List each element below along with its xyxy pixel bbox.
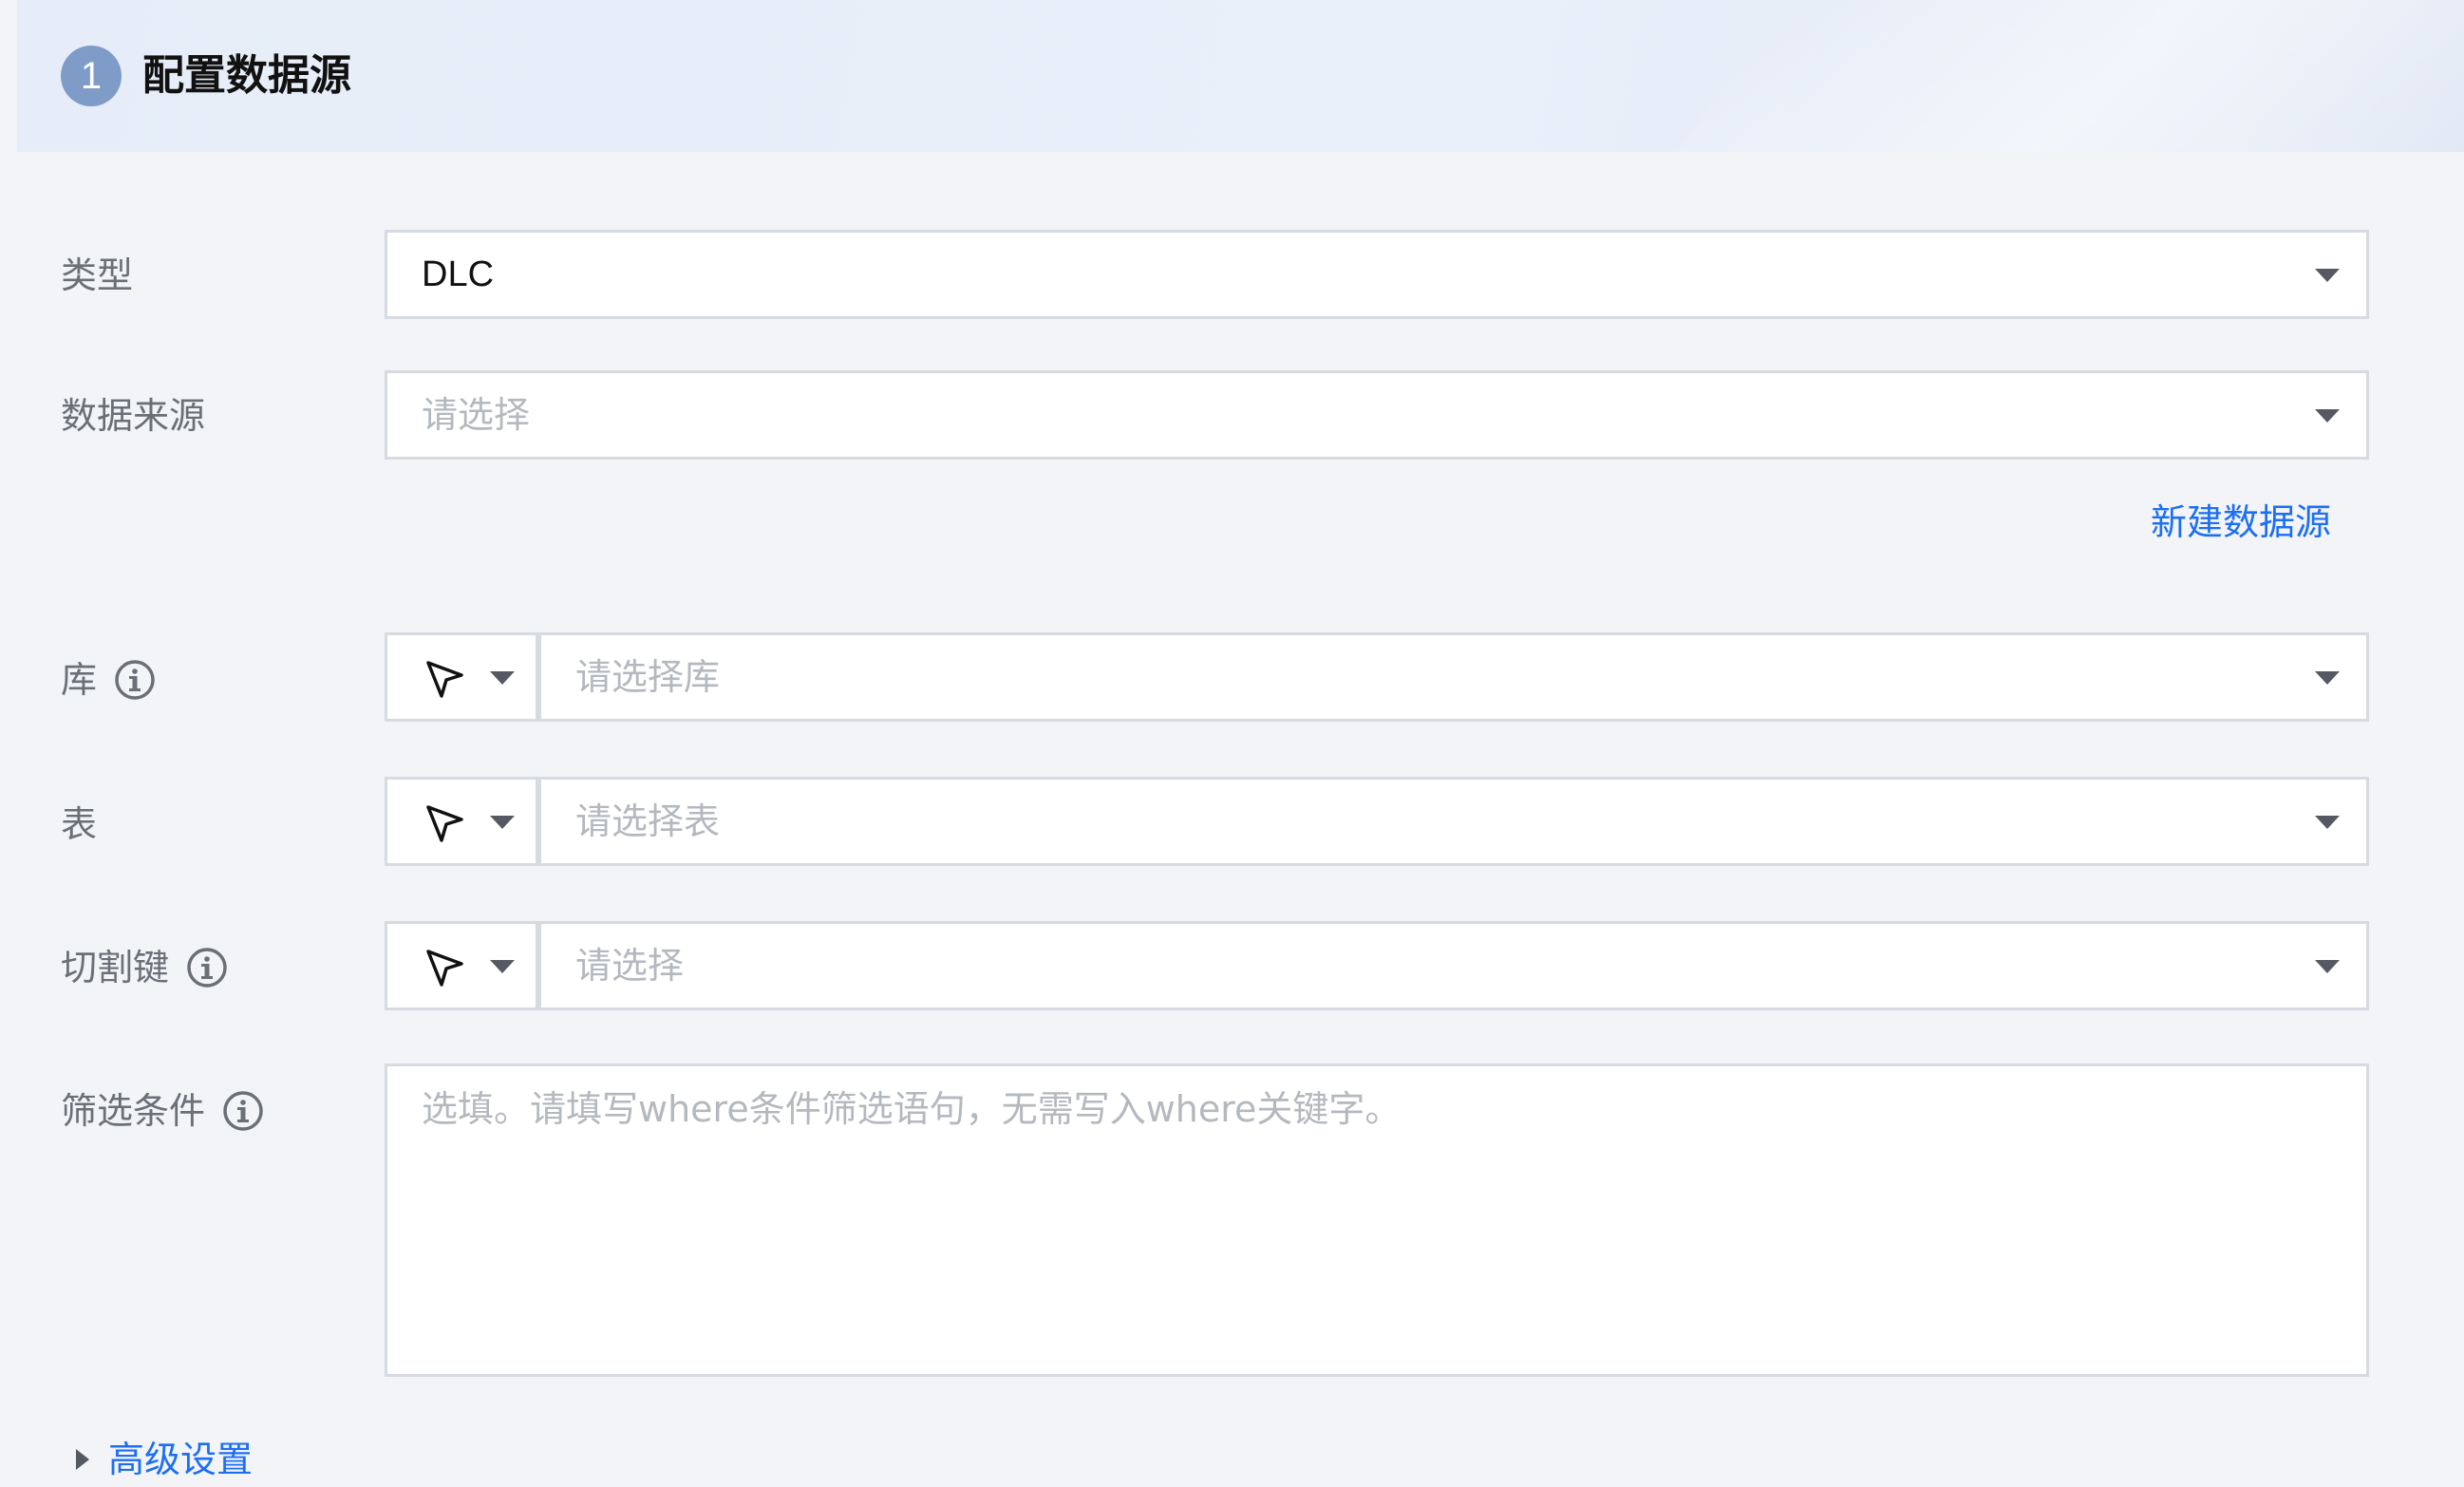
split-key-mode-select[interactable]: [385, 921, 538, 1010]
chevron-down-icon: [490, 671, 515, 685]
info-icon[interactable]: [186, 947, 228, 988]
chevron-down-icon: [2315, 269, 2340, 282]
chevron-down-icon: [490, 960, 515, 973]
header-decoration: [1636, 0, 2464, 152]
chevron-down-icon: [2315, 960, 2340, 973]
type-select[interactable]: DLC: [385, 230, 2369, 319]
table-label-text: 表: [61, 803, 98, 845]
database-label: 库: [61, 656, 156, 704]
cursor-pointer-icon: [426, 805, 463, 842]
database-select[interactable]: 请选择库: [538, 632, 2369, 722]
new-data-source-link[interactable]: 新建数据源: [2151, 499, 2331, 546]
caret-right-icon: [76, 1449, 89, 1470]
table-placeholder: 请选择表: [575, 800, 721, 842]
split-key-combo: 请选择: [385, 921, 2369, 1010]
section-title: 配置数据源: [142, 51, 351, 100]
step-number-badge: 1: [61, 46, 122, 106]
info-icon[interactable]: [114, 659, 156, 701]
database-placeholder: 请选择库: [575, 656, 721, 698]
cursor-pointer-icon: [426, 950, 463, 987]
chevron-down-icon: [2315, 816, 2340, 829]
table-label: 表: [61, 800, 97, 848]
filter-textarea[interactable]: 选填。请填写where条件筛选语句，无需写入where关键字。: [385, 1063, 2369, 1377]
type-label: 类型: [61, 252, 133, 299]
chevron-down-icon: [2315, 409, 2340, 423]
split-key-placeholder: 请选择: [575, 945, 685, 987]
table-select[interactable]: 请选择表: [538, 777, 2369, 866]
database-combo: 请选择库: [385, 632, 2369, 722]
advanced-settings-toggle[interactable]: 高级设置: [76, 1436, 253, 1483]
advanced-settings-link[interactable]: 高级设置: [108, 1436, 253, 1483]
filter-placeholder: 选填。请填写where条件筛选语句，无需写入where关键字。: [422, 1088, 1401, 1130]
split-key-label-text: 切割键: [61, 947, 170, 988]
cursor-pointer-icon: [426, 661, 463, 698]
data-source-label: 数据来源: [61, 392, 205, 440]
table-mode-select[interactable]: [385, 777, 538, 866]
chevron-down-icon: [2315, 671, 2340, 685]
chevron-down-icon: [490, 816, 515, 829]
split-key-select[interactable]: 请选择: [538, 921, 2369, 1010]
type-label-text: 类型: [61, 254, 134, 296]
data-source-placeholder: 请选择: [422, 394, 531, 436]
filter-label: 筛选条件: [61, 1087, 264, 1135]
database-mode-select[interactable]: [385, 632, 538, 722]
filter-label-text: 筛选条件: [61, 1090, 206, 1132]
split-key-label: 切割键: [61, 944, 228, 991]
table-combo: 请选择表: [385, 777, 2369, 866]
info-icon[interactable]: [222, 1090, 264, 1132]
database-label-text: 库: [61, 659, 98, 701]
type-select-value: DLC: [422, 254, 495, 294]
data-source-label-text: 数据来源: [61, 395, 206, 437]
section-header: 1 配置数据源: [17, 0, 2464, 152]
data-source-select[interactable]: 请选择: [385, 370, 2369, 460]
